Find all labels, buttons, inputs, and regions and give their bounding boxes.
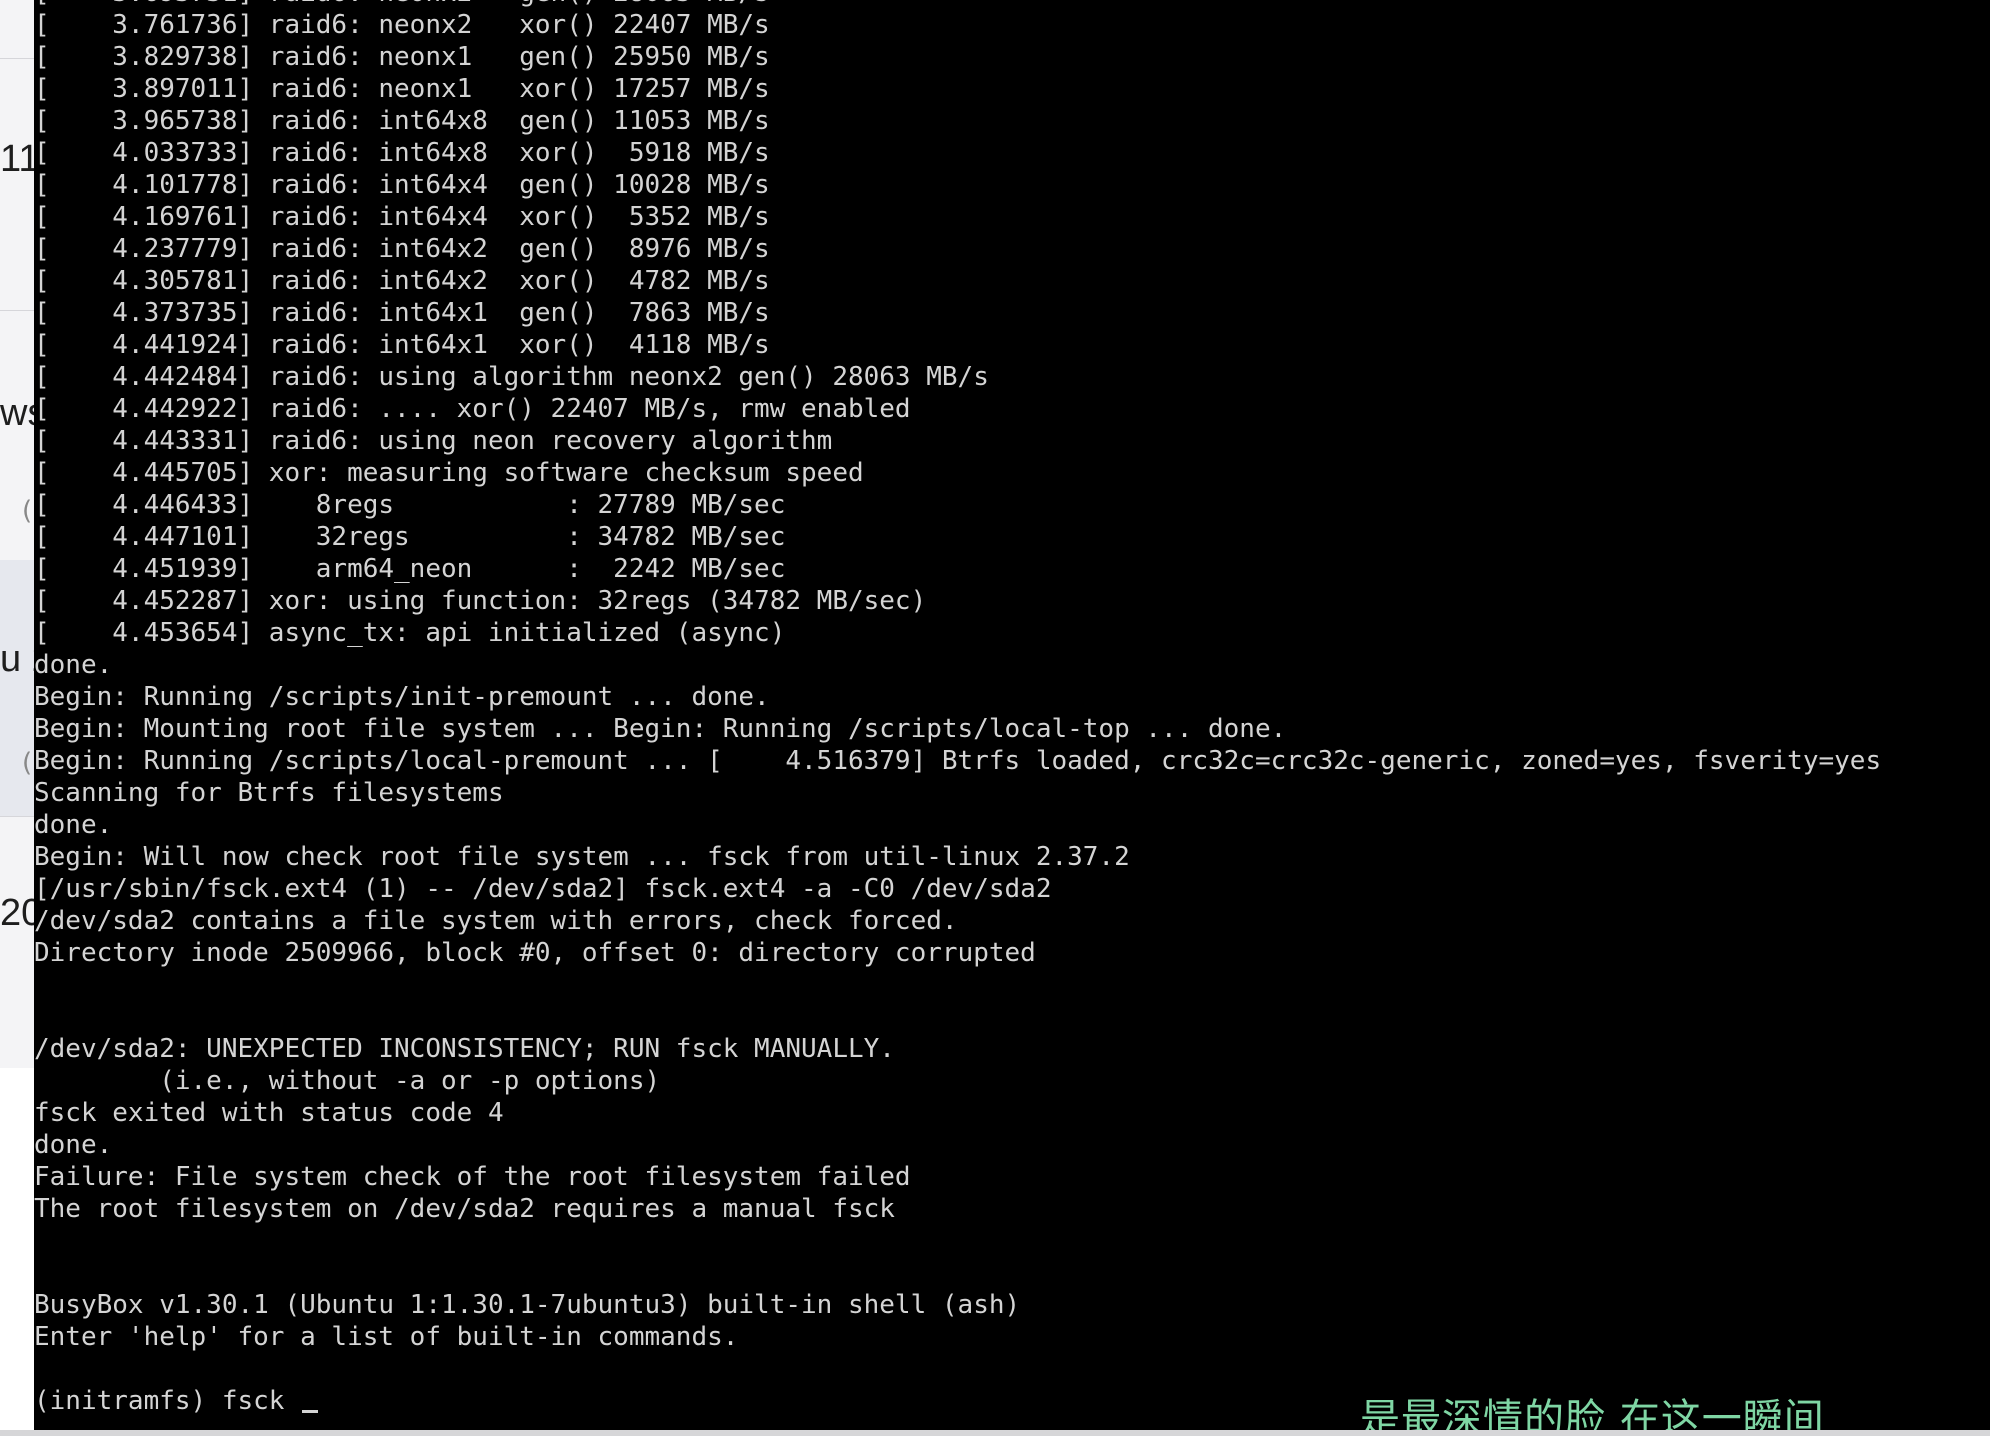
console-line: done. [34, 810, 113, 840]
console-output: [ 3.693731] raid6: neonx2 gen() 28063 MB… [34, 0, 1881, 1417]
console-line: [ 4.441924] raid6: int64x1 xor() 4118 MB… [34, 330, 770, 360]
console-line: Begin: Will now check root file system .… [34, 842, 1130, 872]
console-line: [ 4.442922] raid6: .... xor() 22407 MB/s… [34, 394, 911, 424]
background-window-edge: 11 ws ( u 2 ( 20 [0, 0, 35, 1068]
console-line: Enter 'help' for a list of built-in comm… [34, 1322, 739, 1352]
console-line: fsck exited with status code 4 [34, 1098, 504, 1128]
console-line: The root filesystem on /dev/sda2 require… [34, 1194, 895, 1224]
background-text-fragment: u 2 [0, 638, 34, 680]
console-line: (i.e., without -a or -p options) [34, 1066, 661, 1096]
background-text-fragment: 11 [0, 138, 34, 180]
divider [0, 816, 34, 817]
bracket-icon: ( [22, 496, 33, 526]
console-line: [ 4.445705] xor: measuring software chec… [34, 458, 864, 488]
console-line: Begin: Running /scripts/init-premount ..… [34, 682, 770, 712]
lyric-overlay: 是最深情的脸 在这一瞬间 [1360, 1396, 1825, 1442]
console-line: Failure: File system check of the root f… [34, 1162, 911, 1192]
console-line: [ 4.373735] raid6: int64x1 gen() 7863 MB… [34, 298, 770, 328]
console-line: [ 3.829738] raid6: neonx1 gen() 25950 MB… [34, 42, 770, 72]
background-text-fragment: 20 [0, 892, 34, 934]
text-cursor [302, 1410, 319, 1413]
console-line: [ 4.101778] raid6: int64x4 gen() 10028 M… [34, 170, 770, 200]
console-line: [ 3.897011] raid6: neonx1 xor() 17257 MB… [34, 74, 770, 104]
console-line: done. [34, 1130, 113, 1160]
console-line: [ 3.693731] raid6: neonx2 gen() 28063 MB… [34, 0, 1881, 9]
console-line: /dev/sda2 contains a file system with er… [34, 906, 958, 936]
console-line: done. [34, 650, 113, 680]
console-line: BusyBox v1.30.1 (Ubuntu 1:1.30.1-7ubuntu… [34, 1290, 1021, 1320]
console-line: [ 4.447101] 32regs : 34782 MB/sec [34, 522, 786, 552]
divider [0, 310, 34, 311]
console-line: [ 4.237779] raid6: int64x2 gen() 8976 MB… [34, 234, 770, 264]
console-line: Scanning for Btrfs filesystems [34, 778, 504, 808]
console-line: [ 4.453654] async_tx: api initialized (a… [34, 618, 786, 648]
console-line: /dev/sda2: UNEXPECTED INCONSISTENCY; RUN… [34, 1034, 895, 1064]
console-line: [ 4.443331] raid6: using neon recovery a… [34, 426, 833, 456]
console-line: [ 4.033733] raid6: int64x8 xor() 5918 MB… [34, 138, 770, 168]
console-line: [ 4.451939] arm64_neon : 2242 MB/sec [34, 554, 786, 584]
console-line: [ 3.965738] raid6: int64x8 gen() 11053 M… [34, 106, 770, 136]
console-line: [ 4.442484] raid6: using algorithm neonx… [34, 362, 989, 392]
console-line: [ 4.169761] raid6: int64x4 xor() 5352 MB… [34, 202, 770, 232]
terminal-console[interactable]: [ 3.693731] raid6: neonx2 gen() 28063 MB… [34, 0, 1990, 1430]
bracket-icon: ( [22, 748, 33, 778]
background-text-fragment: ws [0, 392, 34, 434]
console-line: Begin: Mounting root file system ... Beg… [34, 714, 1287, 744]
console-line: [ 4.452287] xor: using function: 32regs … [34, 586, 927, 616]
console-line: Directory inode 2509966, block #0, offse… [34, 938, 1036, 968]
console-line: [ 4.305781] raid6: int64x2 xor() 4782 MB… [34, 266, 770, 296]
shell-prompt: (initramfs) fsck [34, 1386, 301, 1416]
console-line: [/usr/sbin/fsck.ext4 (1) -- /dev/sda2] f… [34, 874, 1052, 904]
console-line: Begin: Running /scripts/local-premount .… [34, 746, 1882, 776]
divider [0, 58, 34, 59]
console-line: [ 4.446433] 8regs : 27789 MB/sec [34, 490, 786, 520]
console-line: [ 3.761736] raid6: neonx2 xor() 22407 MB… [34, 10, 770, 40]
bottom-edge [0, 1430, 1990, 1436]
